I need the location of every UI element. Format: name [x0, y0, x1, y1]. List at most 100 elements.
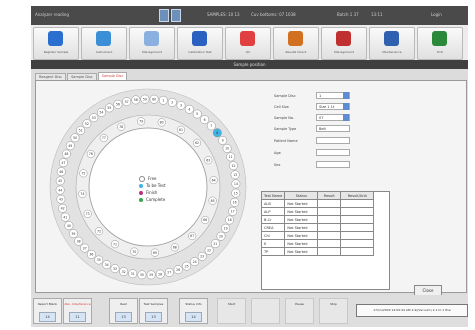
management2-button[interactable]: Management: [321, 27, 367, 60]
table-row[interactable]: TP Not Started: [260, 247, 375, 256]
outer-slot-label: 32: [122, 270, 126, 274]
inner-slot-label: 72: [97, 229, 101, 233]
exit-button[interactable]: Exit: [417, 27, 463, 60]
outer-slot-label: 7: [210, 124, 212, 128]
field-label: Sex: [274, 163, 281, 167]
toolbar-label: Instrument: [95, 50, 113, 54]
table-row[interactable]: K Not Started: [260, 239, 375, 248]
start-button[interactable]: Start: [217, 298, 246, 324]
outer-slot-label: 44: [58, 188, 62, 192]
outer-slot-label: 30: [140, 273, 144, 277]
blank-button[interactable]: [251, 298, 280, 324]
cell: Not Started: [284, 239, 319, 248]
cell: [317, 199, 342, 208]
chevron-down-icon[interactable]: [343, 92, 349, 99]
outer-slot-label: 31: [131, 272, 135, 276]
abn-interference-button[interactable]: Abn. Interference 11: [63, 298, 92, 324]
field-label: Patient Name: [274, 139, 298, 143]
outer-slot-label: 38: [77, 239, 81, 243]
maintenance-button[interactable]: Maintenance: [369, 27, 415, 60]
outer-slot-label: 41: [63, 215, 67, 219]
calibration-button[interactable]: Calibration Test: [177, 27, 223, 60]
cell: [317, 231, 342, 240]
outer-slot-label: 46: [59, 170, 63, 174]
legend-swatch-to-be-test: [139, 184, 143, 188]
status-info-button[interactable]: Status Info 14: [179, 298, 208, 324]
button-title: Start: [227, 302, 236, 306]
outer-slot-label: 51: [79, 129, 83, 133]
disk-icon: [159, 9, 169, 22]
table-row[interactable]: ALB Not Started: [260, 199, 375, 208]
button-title: Status Info: [185, 302, 202, 306]
table-row[interactable]: B-Cr Not Started: [260, 215, 375, 224]
stop-button[interactable]: Stop: [319, 298, 348, 324]
field-label: Sample Type: [274, 127, 297, 131]
rest-button[interactable]: Rest 13: [109, 298, 138, 324]
qc-button[interactable]: QC: [225, 27, 271, 60]
inner-slot-label: 77: [102, 136, 106, 140]
results-check-button[interactable]: Results Check: [273, 27, 319, 60]
inner-slot-label: 63: [206, 158, 210, 162]
cell: [317, 223, 342, 232]
pause-button[interactable]: Pause: [285, 298, 314, 324]
legend-free: Free: [139, 176, 166, 183]
cell: [340, 239, 375, 248]
column-header: Test Name: [260, 191, 286, 200]
chevron-down-icon[interactable]: [343, 103, 349, 110]
sample-type-input[interactable]: Belt: [316, 125, 350, 132]
outer-slot-label: 3: [180, 104, 182, 108]
outer-slot-label: 1: [162, 99, 164, 103]
inner-slot-label: 64: [212, 178, 216, 182]
outer-slot-label: 17: [231, 210, 235, 214]
outer-slot-label: 45: [58, 179, 62, 183]
register-sample-button[interactable]: Register Sample: [33, 27, 79, 60]
instrument-button[interactable]: Instrument: [81, 27, 127, 60]
legend-complete: Complete: [139, 197, 166, 204]
sex-input[interactable]: [316, 161, 350, 168]
test-samples-button[interactable]: Test Samples 13: [139, 298, 168, 324]
inner-slot-label: 74: [80, 192, 84, 196]
cell: Not Started: [284, 247, 319, 256]
legend-to-be-test: To be Test: [139, 183, 166, 190]
cell: [340, 231, 375, 240]
outer-slot-label: 49: [68, 144, 72, 148]
outer-slot-label: 37: [83, 246, 87, 250]
cell: Not Started: [284, 223, 319, 232]
cell: B-Cr: [260, 215, 286, 224]
column-header: Result/Unit: [340, 191, 375, 200]
table-row[interactable]: ALP Not Started: [260, 207, 375, 216]
patient-name-field: Patient Name: [274, 137, 350, 145]
inner-slot-label: 68: [173, 246, 177, 250]
outer-slot-label: 15: [234, 191, 238, 195]
outer-slot-label: 4: [188, 108, 190, 112]
outer-slot-label: 60: [152, 97, 156, 101]
outer-slot-label: 58: [134, 98, 138, 102]
cell: Not Started: [284, 231, 319, 240]
register-icon: [48, 31, 63, 46]
outer-slot-label: 6: [204, 118, 206, 122]
table-row[interactable]: Chl Not Started: [260, 231, 375, 240]
sample-no-field: Sample No. 07: [274, 114, 350, 122]
login-link[interactable]: Login: [431, 12, 442, 17]
count-badge: 14: [39, 312, 56, 322]
count-badge: 14: [185, 312, 202, 322]
chevron-down-icon[interactable]: [343, 114, 349, 121]
toolbar-label: QC: [245, 50, 251, 54]
button-title: Pause: [295, 302, 304, 306]
table-header-row: Test Name Status Result Result/Unit: [260, 191, 375, 200]
management-button[interactable]: Management: [129, 27, 175, 60]
report-blank-button[interactable]: Report Blank 14: [33, 298, 62, 324]
outer-slot-label: 54: [99, 111, 103, 115]
inner-slot-label: 73: [86, 212, 90, 216]
outer-slot-label: 28: [158, 272, 162, 276]
button-title: Test Samples: [143, 302, 164, 306]
count-badge: 13: [145, 312, 162, 322]
cell: [340, 223, 375, 232]
patient-name-input[interactable]: [316, 137, 350, 144]
field-label: Cell Size: [274, 105, 289, 109]
inner-slot-label: 69: [153, 251, 157, 255]
outer-slot-label: 53: [92, 116, 96, 120]
button-title: Report Blank: [37, 302, 58, 306]
table-row[interactable]: CREA Not Started: [260, 223, 375, 232]
age-input[interactable]: [316, 149, 350, 156]
